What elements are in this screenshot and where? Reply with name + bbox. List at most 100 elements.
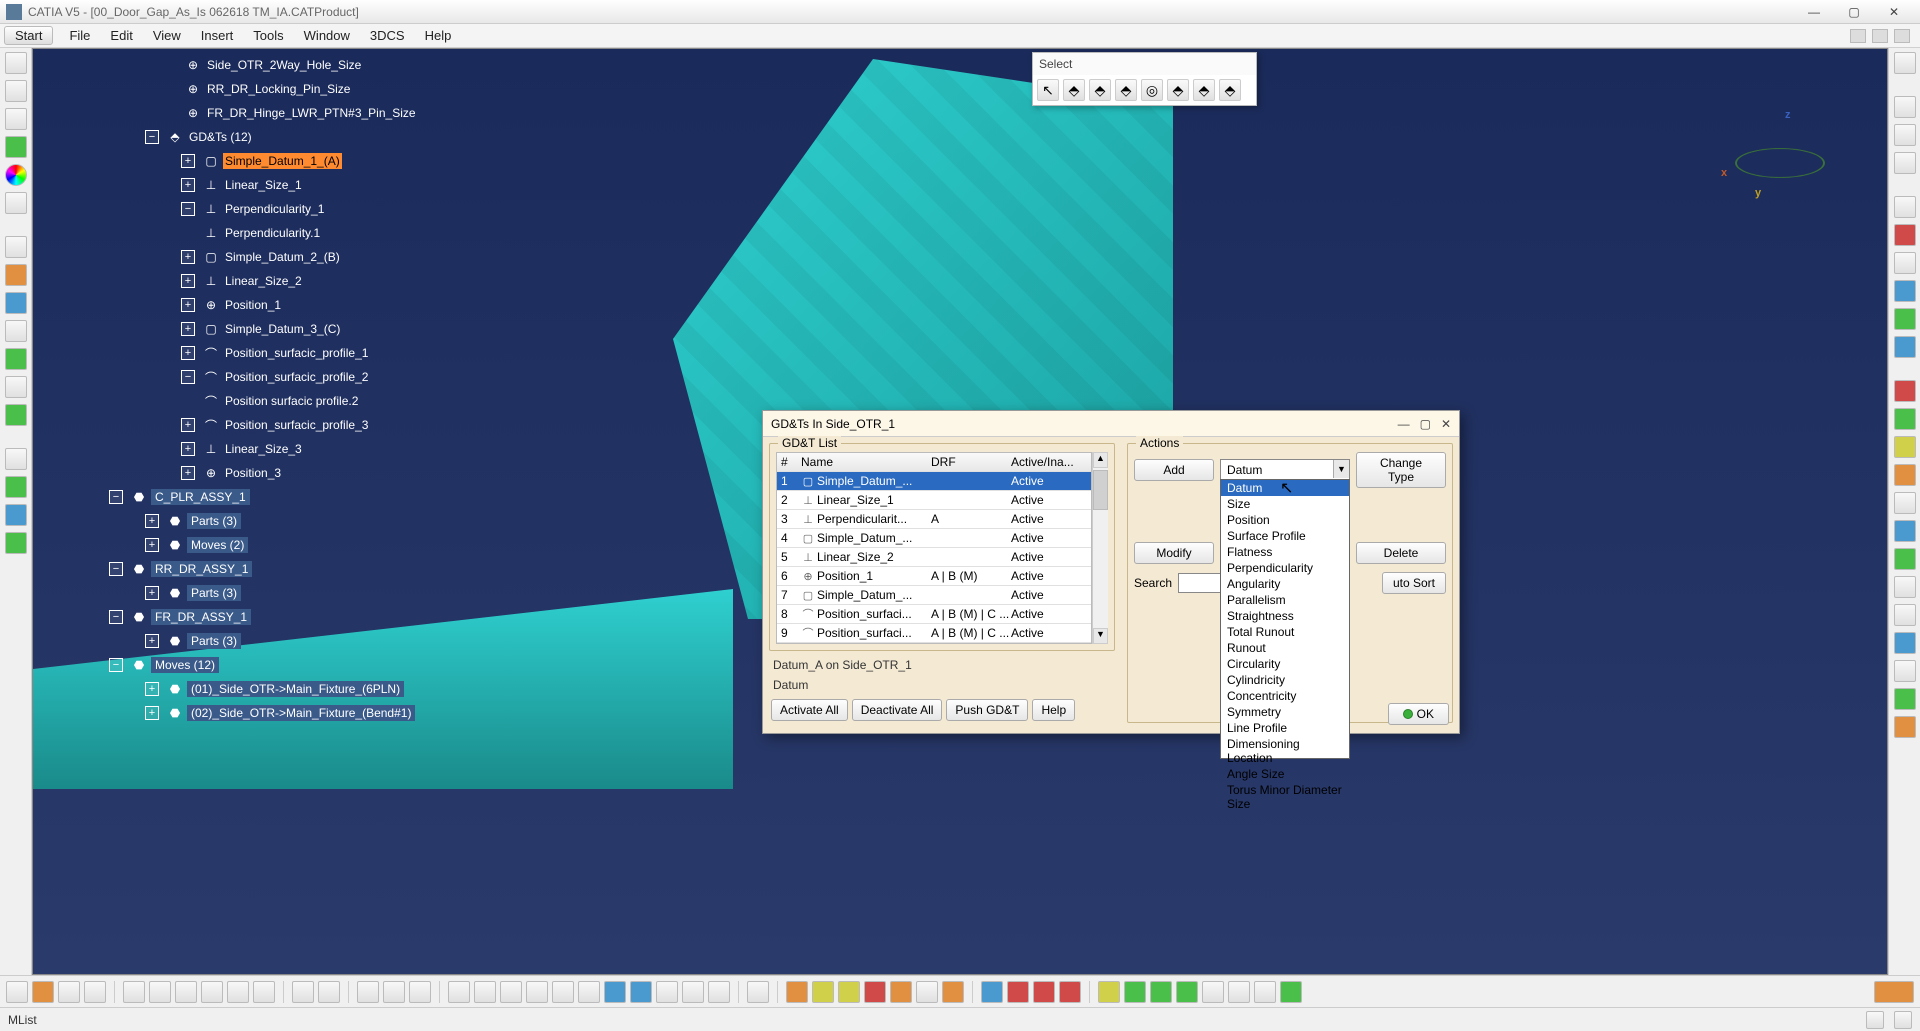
tree-item-assy[interactable]: −⬣FR_DR_ASSY_1 xyxy=(73,605,493,629)
tool-icon[interactable] xyxy=(1894,152,1916,174)
select-icon[interactable]: ⬘ xyxy=(1063,79,1085,101)
type-dropdown[interactable]: Datum ▼ DatumSizePositionSurface Profile… xyxy=(1220,459,1350,481)
dropdown-option[interactable]: Perpendicularity xyxy=(1221,560,1349,576)
mdi-restore[interactable] xyxy=(1872,29,1888,43)
tree-item[interactable]: +⌒Position_surfacic_profile_3 xyxy=(73,413,493,437)
tool-icon[interactable] xyxy=(981,981,1003,1003)
table-row[interactable]: 2⊥Linear_Size_1Active xyxy=(777,491,1091,510)
tree-item[interactable]: +▢Simple_Datum_2_(B) xyxy=(73,245,493,269)
select-icon[interactable]: ⬘ xyxy=(1193,79,1215,101)
dropdown-option[interactable]: Angularity xyxy=(1221,576,1349,592)
tree-item[interactable]: ⊕Side_OTR_2Way_Hole_Size xyxy=(73,53,493,77)
tool-icon[interactable] xyxy=(1894,224,1916,246)
tree-item-moves[interactable]: −⬣Moves (12) xyxy=(73,653,493,677)
wire-icon[interactable] xyxy=(708,981,730,1003)
maximize-button[interactable]: ▢ xyxy=(1834,1,1874,23)
tool-icon[interactable] xyxy=(1894,436,1916,458)
tree-item[interactable]: +⊕Position_3 xyxy=(73,461,493,485)
copy-icon[interactable] xyxy=(149,981,171,1003)
tree-item[interactable]: +⊥Linear_Size_3 xyxy=(73,437,493,461)
tool-icon[interactable] xyxy=(864,981,886,1003)
tree-item-assy[interactable]: −⬣RR_DR_ASSY_1 xyxy=(73,557,493,581)
undo-icon[interactable] xyxy=(201,981,223,1003)
dropdown-option[interactable]: Total Runout xyxy=(1221,624,1349,640)
dropdown-option[interactable]: Dimensioning Location xyxy=(1221,736,1349,766)
tree-item[interactable]: +▢Simple_Datum_3_(C) xyxy=(73,317,493,341)
tool-icon[interactable] xyxy=(1894,336,1916,358)
select-icon[interactable]: ◎ xyxy=(1141,79,1163,101)
view-icon[interactable] xyxy=(409,981,431,1003)
rotate-icon[interactable] xyxy=(500,981,522,1003)
table-row[interactable]: 6⊕Position_1A | B (M)Active xyxy=(777,567,1091,586)
autosort-button[interactable]: uto Sort xyxy=(1382,572,1446,594)
tool-icon[interactable] xyxy=(1894,308,1916,330)
tool-icon[interactable] xyxy=(1894,96,1916,118)
col-name[interactable]: Name xyxy=(801,455,931,469)
tool-icon[interactable] xyxy=(5,476,27,498)
menu-view[interactable]: View xyxy=(143,26,191,45)
tree-item[interactable]: +⬣Parts (3) xyxy=(73,629,493,653)
tree-item-gdts[interactable]: −⬘GD&Ts (12) xyxy=(73,125,493,149)
tool-icon[interactable] xyxy=(1894,576,1916,598)
lock-icon[interactable] xyxy=(383,981,405,1003)
dropdown-option[interactable]: Symmetry xyxy=(1221,704,1349,720)
dropdown-option[interactable]: Parallelism xyxy=(1221,592,1349,608)
scroll-down[interactable]: ▼ xyxy=(1093,628,1108,644)
tree-item[interactable]: +⬣Parts (3) xyxy=(73,581,493,605)
cut-icon[interactable] xyxy=(123,981,145,1003)
dropdown-option[interactable]: Flatness xyxy=(1221,544,1349,560)
tool-icon[interactable] xyxy=(5,320,27,342)
table-header[interactable]: # Name DRF Active/Ina... xyxy=(777,453,1091,472)
tool-icon[interactable] xyxy=(5,348,27,370)
dropdown-option[interactable]: Angle Size xyxy=(1221,766,1349,782)
whatsthis-icon[interactable] xyxy=(253,981,275,1003)
tool-icon[interactable] xyxy=(1894,124,1916,146)
tree-item[interactable]: +⬣Moves (2) xyxy=(73,533,493,557)
gdt-table[interactable]: # Name DRF Active/Ina... 1▢Simple_Datum_… xyxy=(776,452,1092,644)
tree-item[interactable]: +⌒Position_surfacic_profile_1 xyxy=(73,341,493,365)
tool-icon[interactable] xyxy=(1894,492,1916,514)
dropdown-option[interactable]: Surface Profile xyxy=(1221,528,1349,544)
tool-icon[interactable] xyxy=(1254,981,1276,1003)
tool-icon[interactable] xyxy=(1894,52,1916,74)
menu-window[interactable]: Window xyxy=(294,26,360,45)
tree-item[interactable]: −⌒Position_surfacic_profile_2 xyxy=(73,365,493,389)
table-row[interactable]: 1▢Simple_Datum_...Active xyxy=(777,472,1091,491)
col-drf[interactable]: DRF xyxy=(931,455,1011,469)
mdi-minimize[interactable] xyxy=(1850,29,1866,43)
dropdown-option[interactable]: Runout xyxy=(1221,640,1349,656)
menu-help[interactable]: Help xyxy=(415,26,462,45)
ok-button[interactable]: OK xyxy=(1388,703,1449,725)
deactivate-all-button[interactable]: Deactivate All xyxy=(852,699,943,721)
zoomin-icon[interactable] xyxy=(526,981,548,1003)
table-row[interactable]: 5⊥Linear_Size_2Active xyxy=(777,548,1091,567)
dialog-titlebar[interactable]: GD&Ts In Side_OTR_1 — ▢ ✕ xyxy=(763,411,1459,437)
fit-icon[interactable] xyxy=(448,981,470,1003)
tool-icon[interactable] xyxy=(1894,660,1916,682)
normal-icon[interactable] xyxy=(578,981,600,1003)
dropdown-option[interactable]: Size xyxy=(1221,496,1349,512)
tool-icon[interactable] xyxy=(5,236,27,258)
tool-icon[interactable] xyxy=(1894,408,1916,430)
tool-icon[interactable] xyxy=(1894,688,1916,710)
tool-icon[interactable] xyxy=(812,981,834,1003)
close-button[interactable]: ✕ xyxy=(1874,1,1914,23)
help-button[interactable]: Help xyxy=(1032,699,1075,721)
tool-icon[interactable] xyxy=(1894,548,1916,570)
dialog-minimize[interactable]: — xyxy=(1398,417,1410,431)
tool-icon[interactable] xyxy=(1059,981,1081,1003)
table-row[interactable]: 4▢Simple_Datum_...Active xyxy=(777,529,1091,548)
table-row[interactable]: 9⌒Position_surfaci...A | B (M) | C ...Ac… xyxy=(777,624,1091,643)
ds-logo-icon[interactable] xyxy=(1874,981,1914,1003)
tool-icon[interactable] xyxy=(5,264,27,286)
table-row[interactable]: 3⊥Perpendicularit...AActive xyxy=(777,510,1091,529)
tool-icon[interactable] xyxy=(838,981,860,1003)
tool-icon[interactable] xyxy=(1124,981,1146,1003)
dialog-maximize[interactable]: ▢ xyxy=(1420,417,1431,431)
tool-icon[interactable] xyxy=(1150,981,1172,1003)
push-gdt-button[interactable]: Push GD&T xyxy=(946,699,1028,721)
tool-icon[interactable] xyxy=(1894,604,1916,626)
add-button[interactable]: Add xyxy=(1134,459,1214,481)
tool-icon[interactable] xyxy=(5,192,27,214)
menu-edit[interactable]: Edit xyxy=(100,26,142,45)
